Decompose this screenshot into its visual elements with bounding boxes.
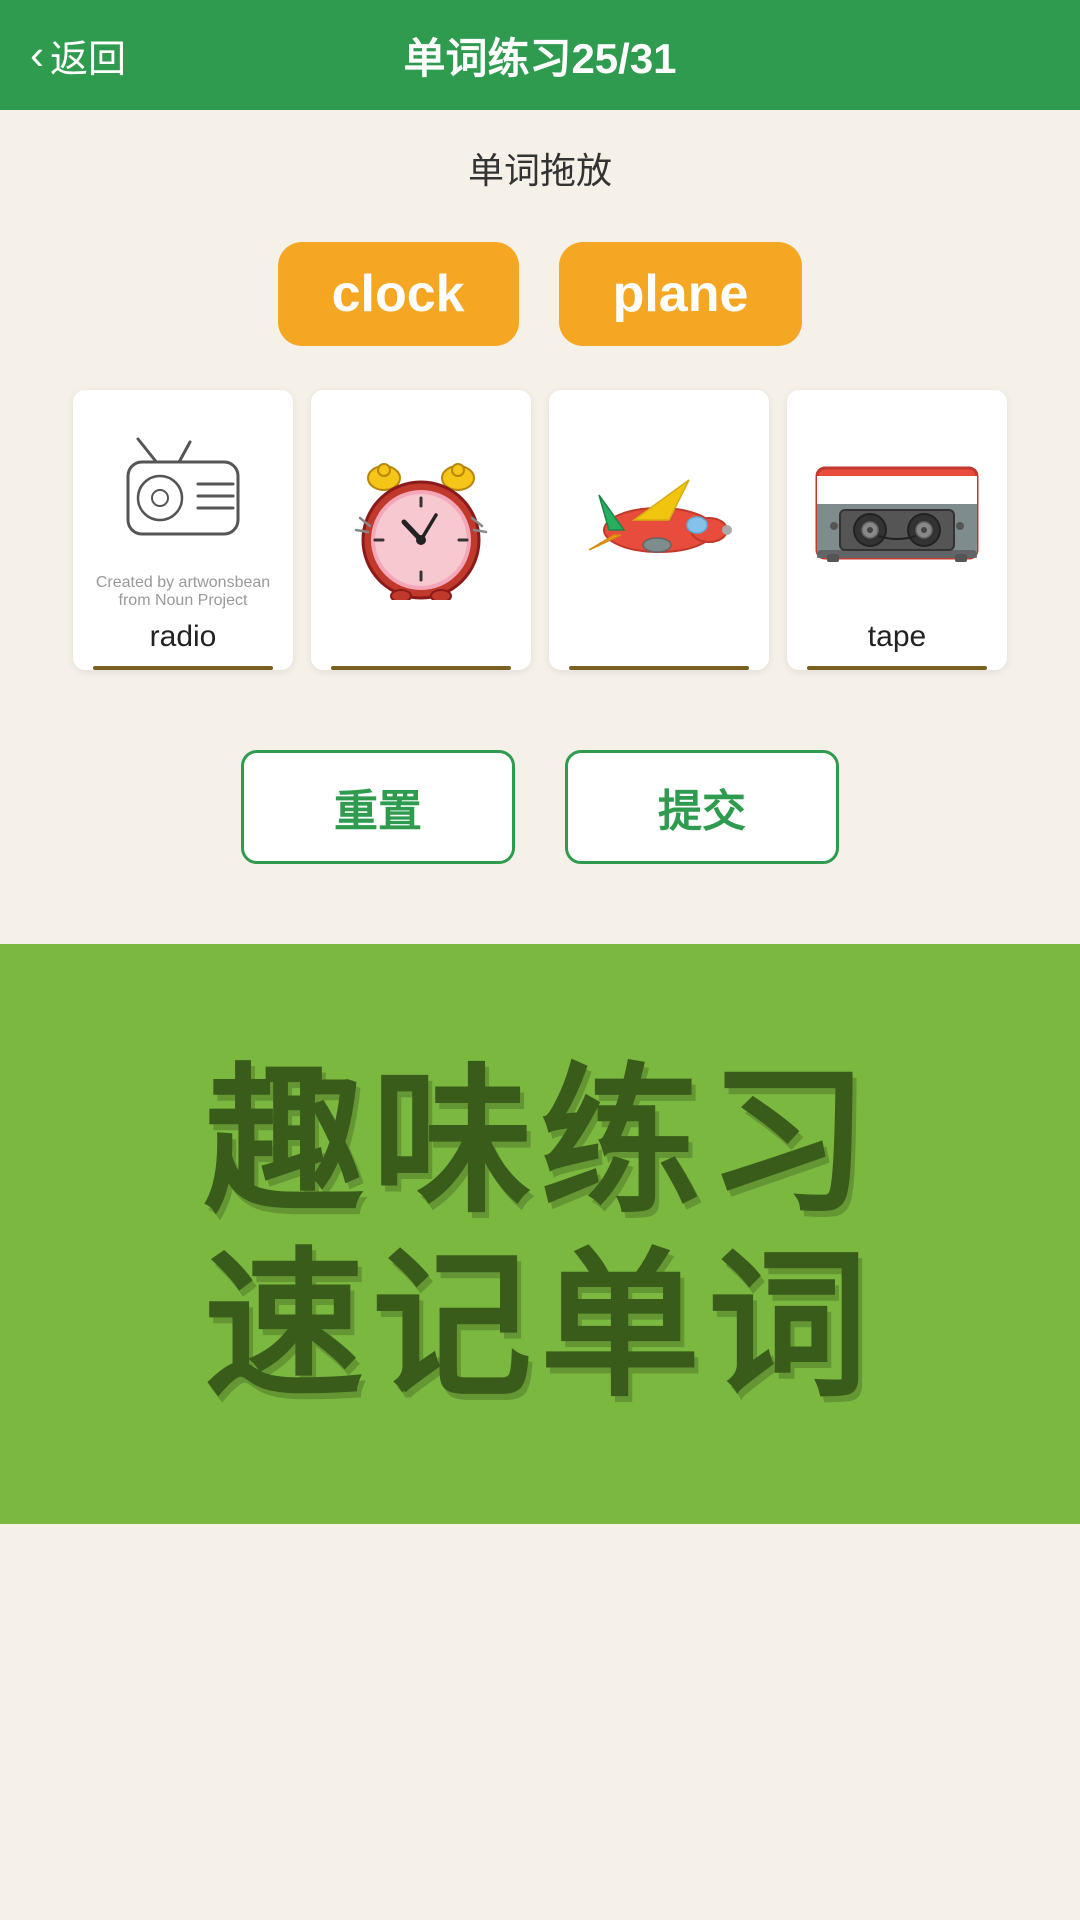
header: ‹ 返回 单词练习25/31 bbox=[0, 0, 1080, 110]
subtitle-text: 单词拖放 bbox=[468, 150, 612, 191]
card-clock-underline bbox=[331, 666, 511, 670]
card-tape-image bbox=[797, 406, 997, 610]
back-chevron-icon: ‹ bbox=[30, 31, 44, 79]
radio-icon bbox=[118, 434, 248, 544]
card-plane-underline bbox=[569, 666, 749, 670]
bottom-banner: 趣味练习 速记单词 bbox=[0, 944, 1080, 1524]
word-chips-container: clock plane bbox=[0, 212, 1080, 366]
subtitle-area: 单词拖放 bbox=[0, 110, 1080, 212]
card-clock bbox=[311, 390, 531, 670]
card-clock-image bbox=[321, 406, 521, 644]
plane-icon bbox=[579, 465, 739, 585]
card-plane-image bbox=[559, 406, 759, 644]
card-radio-underline bbox=[93, 666, 273, 670]
card-radio: Created by artwonsbeanfrom Noun Project … bbox=[73, 390, 293, 670]
word-chip-plane[interactable]: plane bbox=[559, 242, 803, 346]
back-button[interactable]: ‹ 返回 bbox=[30, 28, 126, 83]
card-radio-label: radio bbox=[150, 610, 217, 666]
header-title: 单词练习25/31 bbox=[403, 25, 676, 86]
word-chip-clock[interactable]: clock bbox=[278, 242, 519, 346]
card-plane bbox=[549, 390, 769, 670]
reset-button[interactable]: 重置 bbox=[241, 750, 515, 864]
card-tape-underline bbox=[807, 666, 987, 670]
banner-line2: 速记单词 bbox=[204, 1234, 876, 1418]
cards-container: Created by artwonsbeanfrom Noun Project … bbox=[0, 366, 1080, 700]
submit-button[interactable]: 提交 bbox=[565, 750, 839, 864]
banner-line1: 趣味练习 bbox=[204, 1050, 876, 1234]
back-label: 返回 bbox=[50, 28, 126, 83]
card-radio-attribution: Created by artwonsbeanfrom Noun Project bbox=[96, 574, 270, 610]
card-tape-label: tape bbox=[868, 610, 926, 666]
card-radio-image bbox=[83, 406, 283, 572]
card-tape: tape bbox=[787, 390, 1007, 670]
tape-icon bbox=[812, 448, 982, 568]
buttons-area: 重置 提交 bbox=[0, 700, 1080, 904]
clock-icon bbox=[346, 450, 496, 600]
